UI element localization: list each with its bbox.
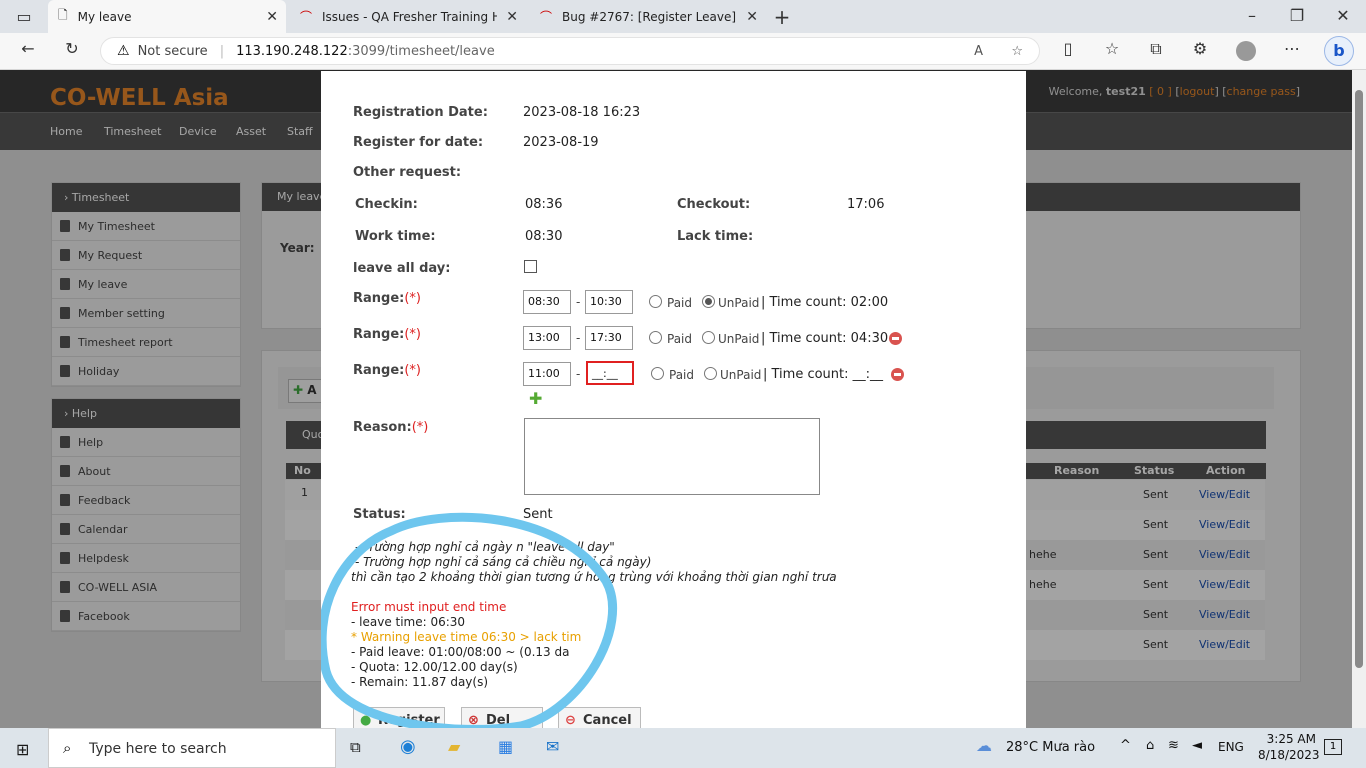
chevron-up-icon[interactable]: ^ <box>1120 738 1131 753</box>
favorite-star-icon[interactable]: ☆ <box>1011 44 1023 59</box>
restore-icon[interactable]: ❐ <box>1285 6 1309 25</box>
url-path: :3099/timesheet/leave <box>347 43 495 59</box>
more-menu-icon[interactable]: ⋯ <box>1280 39 1304 58</box>
volume-icon[interactable]: ◄ <box>1192 738 1202 753</box>
tab-title: My leave <box>77 9 132 24</box>
warning-icon: ⚠ <box>117 43 130 59</box>
redmine-icon: ⌒ <box>540 10 553 24</box>
scroll-thumb[interactable] <box>1355 90 1363 668</box>
mail-icon[interactable]: ✉ <box>546 737 559 756</box>
search-icon: ⌕ <box>63 739 72 757</box>
windows-taskbar: ⊞ ⌕ Type here to search ⧉ ◉ ▰ ▦ ✉ ☁ 28°C… <box>0 728 1366 768</box>
wifi-icon[interactable]: ≋ <box>1168 738 1179 753</box>
new-tab-icon[interactable]: + <box>770 5 794 29</box>
profile-avatar[interactable] <box>1236 41 1256 61</box>
url-host: 113.190.248.122 <box>236 43 348 59</box>
network-icon[interactable]: ⌂ <box>1146 738 1154 753</box>
collections-icon[interactable]: ⧉ <box>1144 39 1168 59</box>
read-aloud-icon[interactable]: A <box>974 44 983 59</box>
edge-icon[interactable]: ◉ <box>400 736 416 757</box>
tab-title: Issues - QA Fresher Training HN <box>322 9 498 24</box>
weather-icon: ☁ <box>976 736 992 755</box>
split-screen-icon[interactable]: ▯ <box>1056 39 1080 58</box>
back-icon[interactable]: ← <box>16 39 40 58</box>
address-bar-row: ← ↻ ⚠ Not secure | 113.190.248.122 :3099… <box>0 33 1366 70</box>
clock-date[interactable]: 8/18/2023 <box>1258 748 1320 762</box>
page-icon: 🗋 <box>58 8 68 22</box>
page-scrollbar[interactable] <box>1352 70 1366 728</box>
store-icon[interactable]: ▦ <box>498 737 513 756</box>
favorites-icon[interactable]: ☆ <box>1100 39 1124 58</box>
windows-start-icon[interactable]: ⊞ <box>16 740 29 759</box>
bing-chat-icon[interactable]: b <box>1324 36 1354 66</box>
extensions-icon[interactable]: ⚙ <box>1188 39 1212 58</box>
taskbar-search[interactable]: ⌕ Type here to search <box>48 728 336 768</box>
close-tab-icon[interactable]: ✕ <box>746 9 758 25</box>
annotation-circle <box>321 512 618 728</box>
tab-my-leave[interactable]: 🗋 My leave ✕ <box>48 0 286 33</box>
browser-tab-bar: ▭ 🗋 My leave ✕ ⌒ Issues - QA Fresher Tra… <box>0 0 1366 33</box>
task-view-icon[interactable]: ⧉ <box>350 738 361 756</box>
redmine-icon: ⌒ <box>300 10 313 24</box>
weather-text[interactable]: 28°C Mưa rào <box>1006 740 1095 755</box>
tab-actions-icon[interactable]: ▭ <box>12 7 36 26</box>
close-tab-icon[interactable]: ✕ <box>266 9 278 25</box>
register-leave-dialog: Registration Date: 2023-08-18 16:23 Regi… <box>321 71 1026 733</box>
reload-icon[interactable]: ↻ <box>60 39 84 58</box>
close-tab-icon[interactable]: ✕ <box>506 9 518 25</box>
tab-issues[interactable]: ⌒ Issues - QA Fresher Training HN ✕ <box>290 0 526 33</box>
language-indicator[interactable]: ENG <box>1218 740 1244 754</box>
url-field[interactable]: ⚠ Not secure | 113.190.248.122 :3099/tim… <box>100 37 1040 65</box>
security-label: Not secure <box>137 43 208 59</box>
tab-bug[interactable]: ⌒ Bug #2767: [Register Leave] Trướ ✕ <box>530 0 766 33</box>
close-window-icon[interactable]: ✕ <box>1331 6 1355 25</box>
notification-count: 1 <box>1329 741 1337 752</box>
notification-icon[interactable]: 1 <box>1324 739 1342 755</box>
minimize-icon[interactable]: – <box>1240 6 1264 25</box>
tab-title: Bug #2767: [Register Leave] Trướ <box>562 9 737 24</box>
file-explorer-icon[interactable]: ▰ <box>448 737 460 756</box>
clock-time[interactable]: 3:25 AM <box>1266 732 1316 746</box>
search-placeholder: Type here to search <box>89 741 227 757</box>
